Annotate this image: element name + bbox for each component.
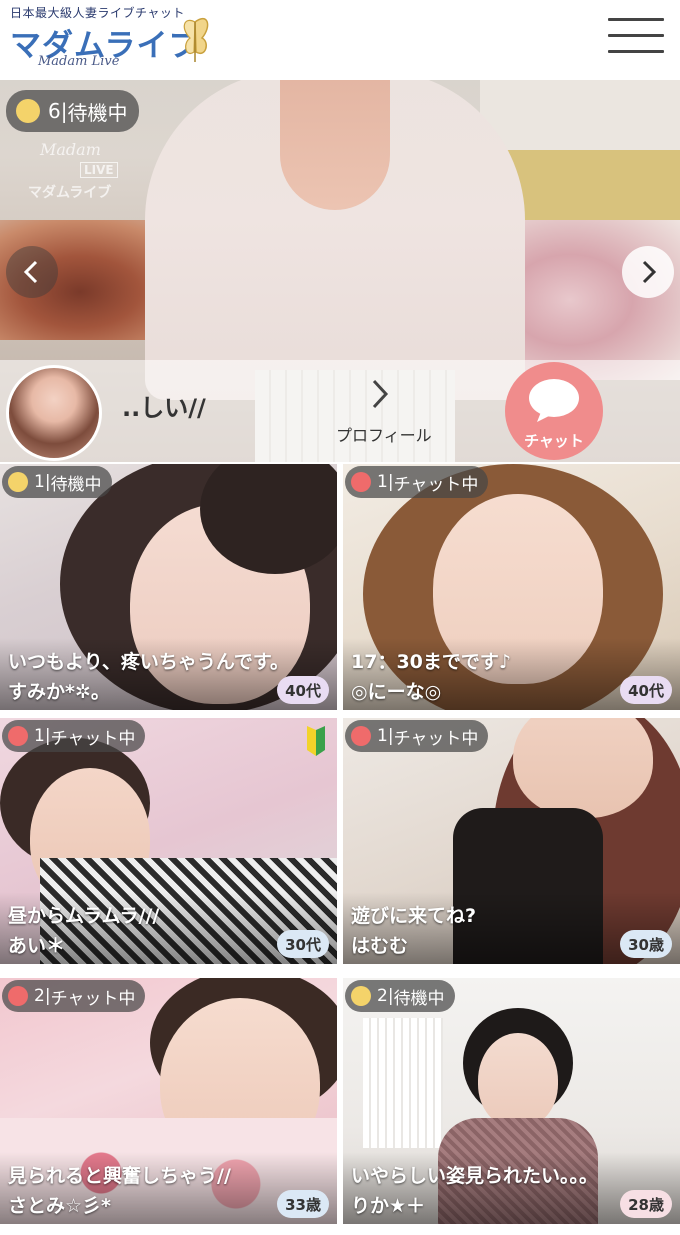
status-dot-icon [351, 726, 371, 746]
status-badge: 1 | チャット中 [2, 720, 146, 752]
chat-bubble-icon [529, 379, 579, 422]
next-button[interactable] [622, 246, 674, 298]
status-dot-icon [16, 99, 40, 123]
performer-message: 17：30までです♪ [351, 651, 512, 673]
site-logo[interactable]: 日本最大級人妻ライブチャット マダムライブ Madam Live [8, 4, 209, 74]
age-badge: 40代 [620, 676, 672, 704]
viewer-count: 6 [48, 99, 61, 123]
performer-card[interactable]: 2 | チャット中 見られると興奮しちゃう// さとみ☆彡* 33歳 [0, 978, 337, 1224]
performer-message: 遊びに来てね? [351, 905, 477, 927]
beginner-mark-icon [307, 726, 325, 756]
status-badge: 1 | チャット中 [345, 466, 489, 498]
chat-button[interactable]: チャット [505, 362, 603, 460]
featured-performer-carousel[interactable]: 6 | 待機中 Madam LIVE マダムライブ ..しい// プロフィール … [0, 80, 680, 462]
status-badge: 6 | 待機中 [6, 90, 140, 132]
status-dot-icon [8, 472, 28, 492]
performer-card[interactable]: 1 | 待機中 いつもより、疼いちゃうんです。 すみか*✲。 40代 [0, 464, 337, 710]
performer-name: あい＊ [8, 935, 66, 957]
age-badge: 30歳 [620, 930, 672, 958]
status-badge: 1 | チャット中 [345, 720, 489, 752]
featured-profile-bar: ..しい// プロフィール チャット [0, 360, 680, 462]
status-dot-icon [351, 986, 371, 1006]
performer-card[interactable]: 2 | 待機中 いやらしい姿見られたい。。。 りか★＋ 28歳 [343, 978, 680, 1224]
header: 日本最大級人妻ライブチャット マダムライブ Madam Live [0, 0, 680, 80]
performer-card[interactable]: 1 | チャット中 遊びに来てね? はむむ 30歳 [343, 718, 680, 964]
age-badge: 30代 [277, 930, 329, 958]
status-text: 待機中 [67, 100, 128, 125]
performer-name: はむむ [351, 935, 409, 957]
age-badge: 33歳 [277, 1190, 329, 1218]
chevron-left-icon [23, 260, 38, 284]
previous-button[interactable] [6, 246, 58, 298]
performer-name: さとみ☆彡* [8, 1195, 111, 1217]
performer-name: ..しい// [122, 394, 206, 422]
performer-message: いつもより、疼いちゃうんです。 [8, 651, 290, 673]
performer-card[interactable]: 1 | チャット中 昼からムラムラ/// あい＊ 30代 [0, 718, 337, 964]
performer-name: りか★＋ [351, 1195, 426, 1217]
age-badge: 40代 [277, 676, 329, 704]
status-badge: 2 | チャット中 [2, 980, 146, 1012]
status-dot-icon [8, 986, 28, 1006]
hamburger-menu-icon[interactable] [608, 18, 664, 54]
avatar[interactable] [6, 365, 102, 461]
chevron-right-icon [372, 379, 389, 409]
butterfly-icon [183, 17, 209, 62]
performer-name: すみか*✲。 [8, 681, 110, 703]
performer-card[interactable]: 1 | チャット中 17：30までです♪ ◎にーな◎ 40代 [343, 464, 680, 710]
performer-message: いやらしい姿見られたい。。。 [351, 1165, 599, 1187]
age-badge: 28歳 [620, 1190, 672, 1218]
performer-message: 見られると興奮しちゃう// [8, 1165, 231, 1187]
status-dot-icon [8, 726, 28, 746]
chevron-right-icon [642, 260, 657, 284]
profile-link[interactable]: プロフィール [330, 370, 434, 450]
logo-subtitle: Madam Live [38, 54, 120, 69]
status-badge: 1 | 待機中 [2, 466, 112, 498]
performer-message: 昼からムラムラ/// [8, 905, 160, 927]
watermark-logo: Madam LIVE マダムライブ [28, 140, 138, 201]
logo-tagline: 日本最大級人妻ライブチャット [10, 6, 185, 20]
status-badge: 2 | 待機中 [345, 980, 455, 1012]
status-dot-icon [351, 472, 371, 492]
performer-name: ◎にーな◎ [351, 681, 442, 703]
